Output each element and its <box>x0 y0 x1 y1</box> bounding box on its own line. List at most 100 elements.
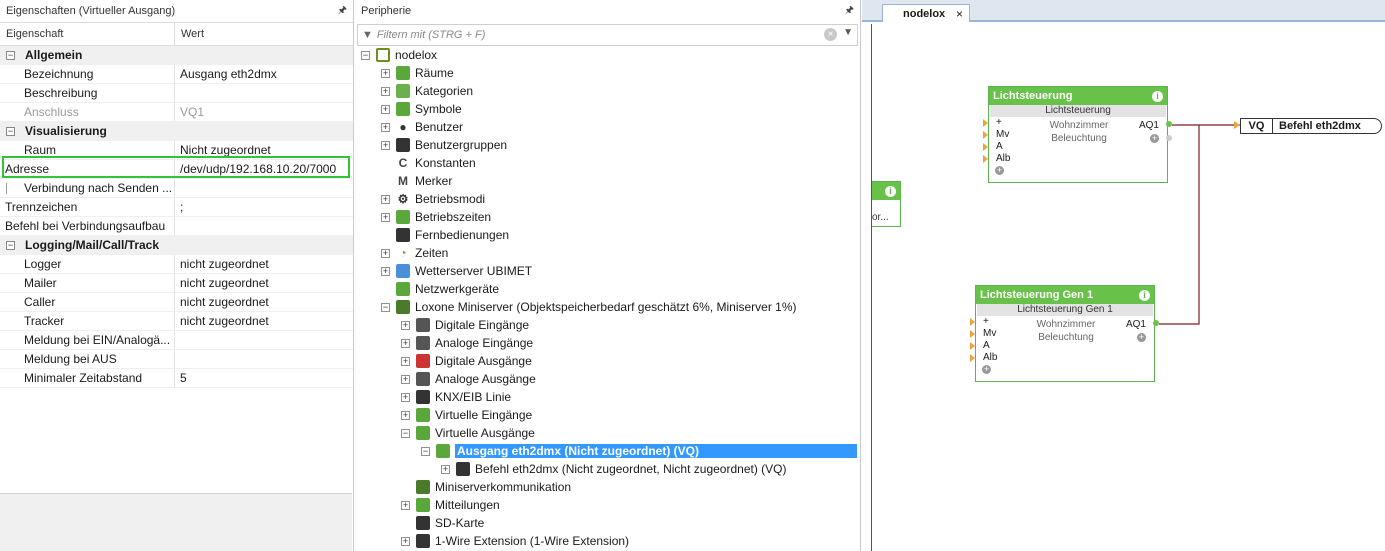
tree-node[interactable]: + ● Benutzer <box>381 118 463 136</box>
tree-node[interactable]: M Merker <box>381 172 452 190</box>
expand-icon[interactable]: + <box>381 248 390 258</box>
block-input[interactable]: Alb <box>983 153 1167 165</box>
info-icon[interactable]: i <box>1139 289 1150 301</box>
property-row[interactable]: Mailer nicht zugeordnet <box>0 274 353 293</box>
tree-node[interactable]: + Mitteilungen <box>401 496 500 514</box>
property-value[interactable]: VQ1 <box>175 105 353 119</box>
expand-icon[interactable]: + <box>381 266 390 276</box>
output-connector[interactable] <box>1166 135 1172 141</box>
tree-node[interactable]: − Ausgang eth2dmx (Nicht zugeordnet) (VQ) <box>421 442 858 460</box>
tree-node[interactable]: Fernbedienungen <box>381 226 509 244</box>
column-value[interactable]: Wert <box>175 23 204 45</box>
property-value[interactable]: nicht zugeordnet <box>175 314 353 328</box>
property-value[interactable]: nicht zugeordnet <box>175 257 353 271</box>
expand-icon[interactable]: + <box>401 392 410 402</box>
tree-node[interactable]: + Wetterserver UBIMET <box>381 262 532 280</box>
tree-node[interactable]: + KNX/EIB Linie <box>401 388 511 406</box>
expand-icon[interactable]: + <box>401 320 410 330</box>
property-row[interactable]: Minimaler Zeitabstand 5 <box>0 369 353 388</box>
property-row[interactable]: Adresse/dev/udp/192.168.10.20/7000 <box>0 160 353 179</box>
property-value[interactable]: 5 <box>175 371 353 385</box>
tab-nodelox[interactable]: nodelox × <box>882 4 970 22</box>
expand-icon[interactable]: + <box>441 464 450 474</box>
tree-node[interactable]: + Symbole <box>381 100 462 118</box>
property-row[interactable]: Verbindung nach Senden ... <box>0 179 353 198</box>
expand-icon[interactable]: + <box>381 104 390 114</box>
add-input-row[interactable]: + <box>976 364 1154 376</box>
block-lichtsteuerung[interactable]: Lichtsteuerung i Lichtsteuerung + Mv A Alb + … <box>983 86 1172 183</box>
add-input-icon[interactable]: + <box>995 166 1004 175</box>
expand-icon[interactable]: + <box>401 410 410 420</box>
tree-node[interactable]: Netzwerkgeräte <box>381 280 499 298</box>
property-category[interactable]: − Allgemein <box>0 46 353 65</box>
output-connector[interactable] <box>1166 121 1172 127</box>
property-row[interactable]: Trennzeichen; <box>0 198 353 217</box>
pin-icon[interactable]: 🖈 <box>338 3 347 20</box>
filter-input[interactable]: ▼ Filtern mit (STRG + F) × ▼ <box>357 24 858 46</box>
collapse-icon[interactable]: − <box>6 126 15 136</box>
tree-node[interactable]: + Räume <box>381 64 454 82</box>
tree-node[interactable]: C Konstanten <box>381 154 476 172</box>
expand-icon[interactable]: + <box>401 356 410 366</box>
property-row[interactable]: Tracker nicht zugeordnet <box>0 312 353 331</box>
property-row[interactable]: Meldung bei AUS <box>0 350 353 369</box>
collapse-icon[interactable]: − <box>6 240 15 250</box>
expand-icon[interactable]: + <box>381 194 390 204</box>
tree-node[interactable]: + ⚙ Betriebsmodi <box>381 190 485 208</box>
info-icon[interactable]: i <box>1152 90 1163 102</box>
tree-node[interactable]: − Virtuelle Ausgänge <box>401 424 535 442</box>
expand-icon[interactable]: + <box>401 536 410 546</box>
property-value[interactable]: Nicht zugeordnet <box>175 143 353 157</box>
tree-node[interactable]: − Loxone Miniserver (Objektspeicherbedarf… <box>381 298 797 316</box>
property-value[interactable]: ; <box>175 200 353 214</box>
expand-icon[interactable]: + <box>401 338 410 348</box>
chevron-down-icon[interactable]: ▼ <box>843 27 853 38</box>
tree-node[interactable]: + Kategorien <box>381 82 473 100</box>
block-lichtsteuerung-gen1[interactable]: Lichtsteuerung Gen 1 i Lichtsteuerung Gen… <box>970 285 1159 382</box>
tree-node[interactable]: + Digitale Eingänge <box>401 316 529 334</box>
output-aq1[interactable]: AQ1 <box>1139 120 1159 131</box>
tree-node[interactable]: Miniserverkommunikation <box>401 478 571 496</box>
collapse-icon[interactable]: − <box>381 302 390 312</box>
tree-node[interactable]: + Benutzergruppen <box>381 136 507 154</box>
output-connector[interactable] <box>1153 320 1159 326</box>
add-input-icon[interactable]: + <box>982 365 991 374</box>
output-aq1[interactable]: AQ1 <box>1126 319 1146 330</box>
add-input-row[interactable]: + <box>989 165 1167 177</box>
add-output-icon[interactable]: + <box>1137 333 1146 342</box>
tree-node[interactable]: + Digitale Ausgänge <box>401 352 532 370</box>
property-value[interactable]: nicht zugeordnet <box>175 276 353 290</box>
expand-icon[interactable]: + <box>381 122 390 132</box>
block-input[interactable]: Alb <box>970 352 1154 364</box>
clear-icon[interactable]: × <box>824 28 837 41</box>
tree-node[interactable]: + Virtuelle Eingänge <box>401 406 532 424</box>
collapse-icon[interactable]: − <box>6 50 15 60</box>
expand-icon[interactable]: + <box>381 140 390 150</box>
checkbox-marker[interactable] <box>6 183 7 194</box>
info-icon[interactable]: i <box>885 185 896 197</box>
property-row[interactable]: Bezeichnung Ausgang eth2dmx <box>0 65 353 84</box>
pin-icon[interactable]: 🖈 <box>845 3 854 20</box>
drawing-area[interactable]: i or... Lichtsteuerung i Lichtsteuerung +… <box>871 24 1385 551</box>
expand-icon[interactable]: + <box>381 68 390 78</box>
tree-node[interactable]: − nodelox <box>361 46 437 64</box>
tree-node[interactable]: + ◔ Zeiten <box>381 244 448 262</box>
property-category[interactable]: − Visualisierung <box>0 122 353 141</box>
property-category[interactable]: − Logging/Mail/Call/Track <box>0 236 353 255</box>
partial-block[interactable]: i or... <box>872 181 901 227</box>
close-icon[interactable]: × <box>956 7 963 21</box>
expand-icon[interactable]: + <box>401 374 410 384</box>
collapse-icon[interactable]: − <box>361 50 370 60</box>
tree-node[interactable]: SD-Karte <box>401 514 484 532</box>
property-value[interactable]: Ausgang eth2dmx <box>175 67 353 81</box>
property-row[interactable]: Befehl bei Verbindungsaufbau <box>0 217 353 236</box>
property-row[interactable]: Logger nicht zugeordnet <box>0 255 353 274</box>
collapse-icon[interactable]: − <box>421 446 430 456</box>
add-output-icon[interactable]: + <box>1150 134 1159 143</box>
column-key[interactable]: Eigenschaft <box>0 23 175 45</box>
property-row[interactable]: Caller nicht zugeordnet <box>0 293 353 312</box>
property-value[interactable]: nicht zugeordnet <box>175 295 353 309</box>
tree-node[interactable]: + Betriebszeiten <box>381 208 491 226</box>
tree-node[interactable]: + Analoge Eingänge <box>401 334 533 352</box>
property-row[interactable]: Raum Nicht zugeordnet <box>0 141 353 160</box>
